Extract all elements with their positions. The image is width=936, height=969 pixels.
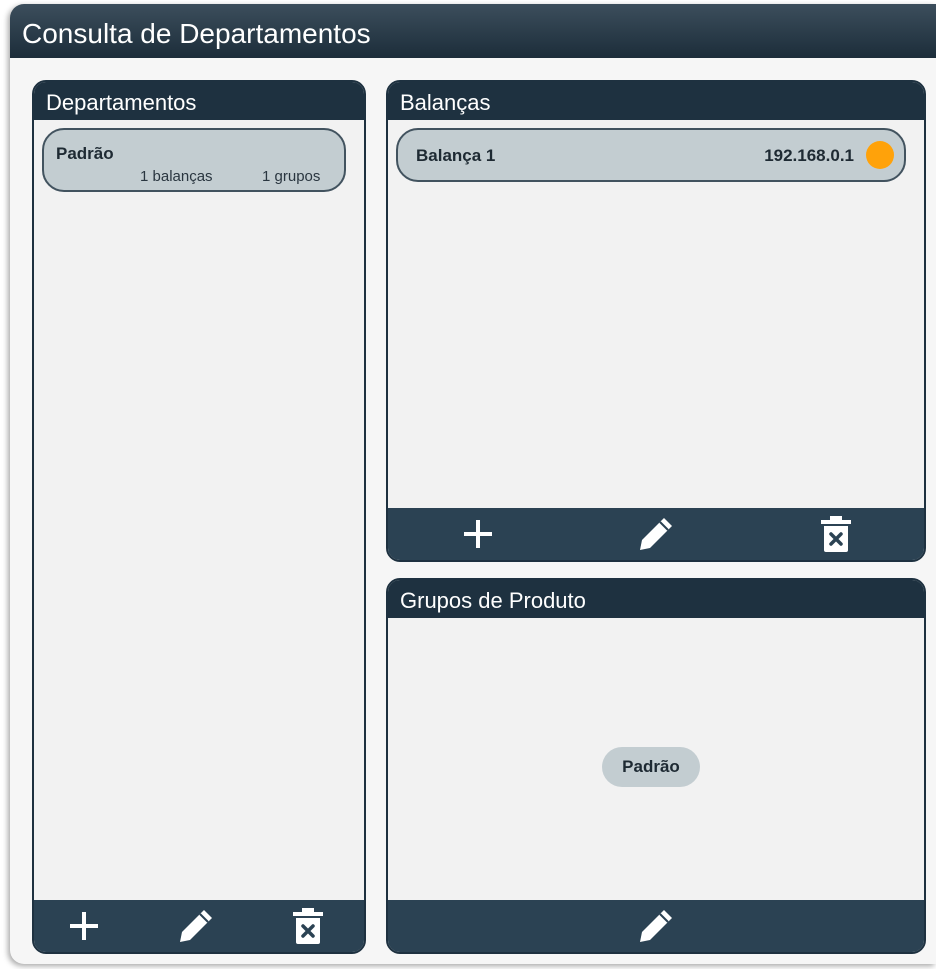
product-groups-panel: Grupos de Produto Padrão bbox=[386, 578, 926, 954]
add-scale-button[interactable] bbox=[458, 514, 498, 554]
department-scales-count: 1 balanças bbox=[140, 168, 213, 185]
department-name: Padrão bbox=[56, 144, 114, 163]
delete-scale-button[interactable] bbox=[816, 514, 856, 554]
product-group-chip[interactable]: Padrão bbox=[602, 747, 700, 787]
scale-ip-address: 192.168.0.1 bbox=[764, 146, 854, 165]
plus-icon bbox=[70, 912, 98, 940]
department-groups-count: 1 grupos bbox=[262, 168, 321, 185]
window-title: Consulta de Departamentos bbox=[22, 18, 371, 49]
departments-window: Consulta de Departamentos Departamentos … bbox=[10, 4, 936, 964]
title-bar: Consulta de Departamentos bbox=[10, 4, 936, 58]
plus-icon bbox=[464, 520, 492, 548]
pencil-icon bbox=[180, 910, 212, 942]
product-groups-panel-header: Grupos de Produto bbox=[388, 580, 924, 618]
scales-panel-header: Balanças bbox=[388, 82, 924, 120]
departments-panel-title: Departamentos bbox=[46, 90, 197, 115]
product-groups-toolbar bbox=[388, 900, 924, 952]
pencil-icon bbox=[640, 518, 672, 550]
delete-department-button[interactable] bbox=[288, 906, 328, 946]
edit-scale-button[interactable] bbox=[636, 514, 676, 554]
departments-panel: Departamentos Padrão 1 balanças 1 grupos bbox=[32, 80, 366, 954]
scale-status-indicator bbox=[866, 141, 894, 169]
edit-product-groups-button[interactable] bbox=[636, 906, 676, 946]
departments-panel-header: Departamentos bbox=[34, 82, 364, 120]
trash-icon bbox=[293, 908, 323, 944]
scales-panel-title: Balanças bbox=[400, 90, 491, 115]
edit-department-button[interactable] bbox=[176, 906, 216, 946]
departments-toolbar bbox=[34, 900, 364, 952]
scale-name: Balança 1 bbox=[416, 146, 496, 165]
trash-icon bbox=[821, 516, 851, 552]
add-department-button[interactable] bbox=[64, 906, 104, 946]
product-groups-panel-title: Grupos de Produto bbox=[400, 588, 586, 613]
department-item[interactable]: Padrão 1 balanças 1 grupos bbox=[42, 128, 346, 192]
scales-toolbar bbox=[388, 508, 924, 560]
scale-item[interactable]: Balança 1 192.168.0.1 bbox=[396, 128, 906, 182]
pencil-icon bbox=[640, 910, 672, 942]
scales-panel: Balanças Balança 1 192.168.0.1 bbox=[386, 80, 926, 562]
